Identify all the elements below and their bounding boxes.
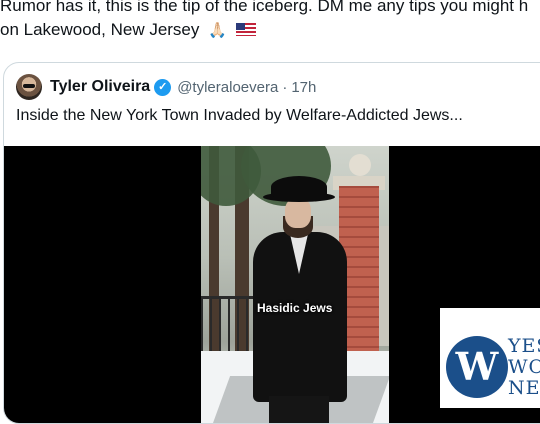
quoted-post-text: Inside the New York Town Invaded by Welf… [16,107,463,124]
us-flag-emoji-icon [235,23,256,37]
header-separator: · [282,78,288,96]
author-avatar[interactable] [16,74,42,100]
post-timestamp[interactable]: 17h [291,79,316,96]
praying-hands-emoji-icon: 🙏🏻 [208,21,227,39]
post-text-location: on Lakewood, New Jersey [0,20,200,39]
watermark-line-3: NE [508,377,540,399]
watermark-text: YES WO NE [508,336,540,399]
quoted-post-header: Tyler Oliveira ✓ @tyleraloevera · 17h [16,73,316,101]
post-text: Rumor has it, this is the tip of the ice… [0,0,540,43]
verified-badge-icon: ✓ [154,78,172,96]
watermark-line-2: WO [508,356,540,378]
watermark-logo-icon: W [446,336,508,398]
post-text-line-1: Rumor has it, this is the tip of the ice… [0,0,529,15]
post-text-line-2: on Lakewood, New Jersey 🙏🏻 [0,18,540,43]
watermark-line-1: YES [508,335,540,357]
news-watermark: W YES WO NE [440,308,540,408]
video-frame: Hasidic Jews [201,146,389,423]
author-handle[interactable]: @tyleraloevera [177,79,278,96]
author-name[interactable]: Tyler Oliveira [50,78,150,96]
video-caption: Hasidic Jews [257,301,333,315]
